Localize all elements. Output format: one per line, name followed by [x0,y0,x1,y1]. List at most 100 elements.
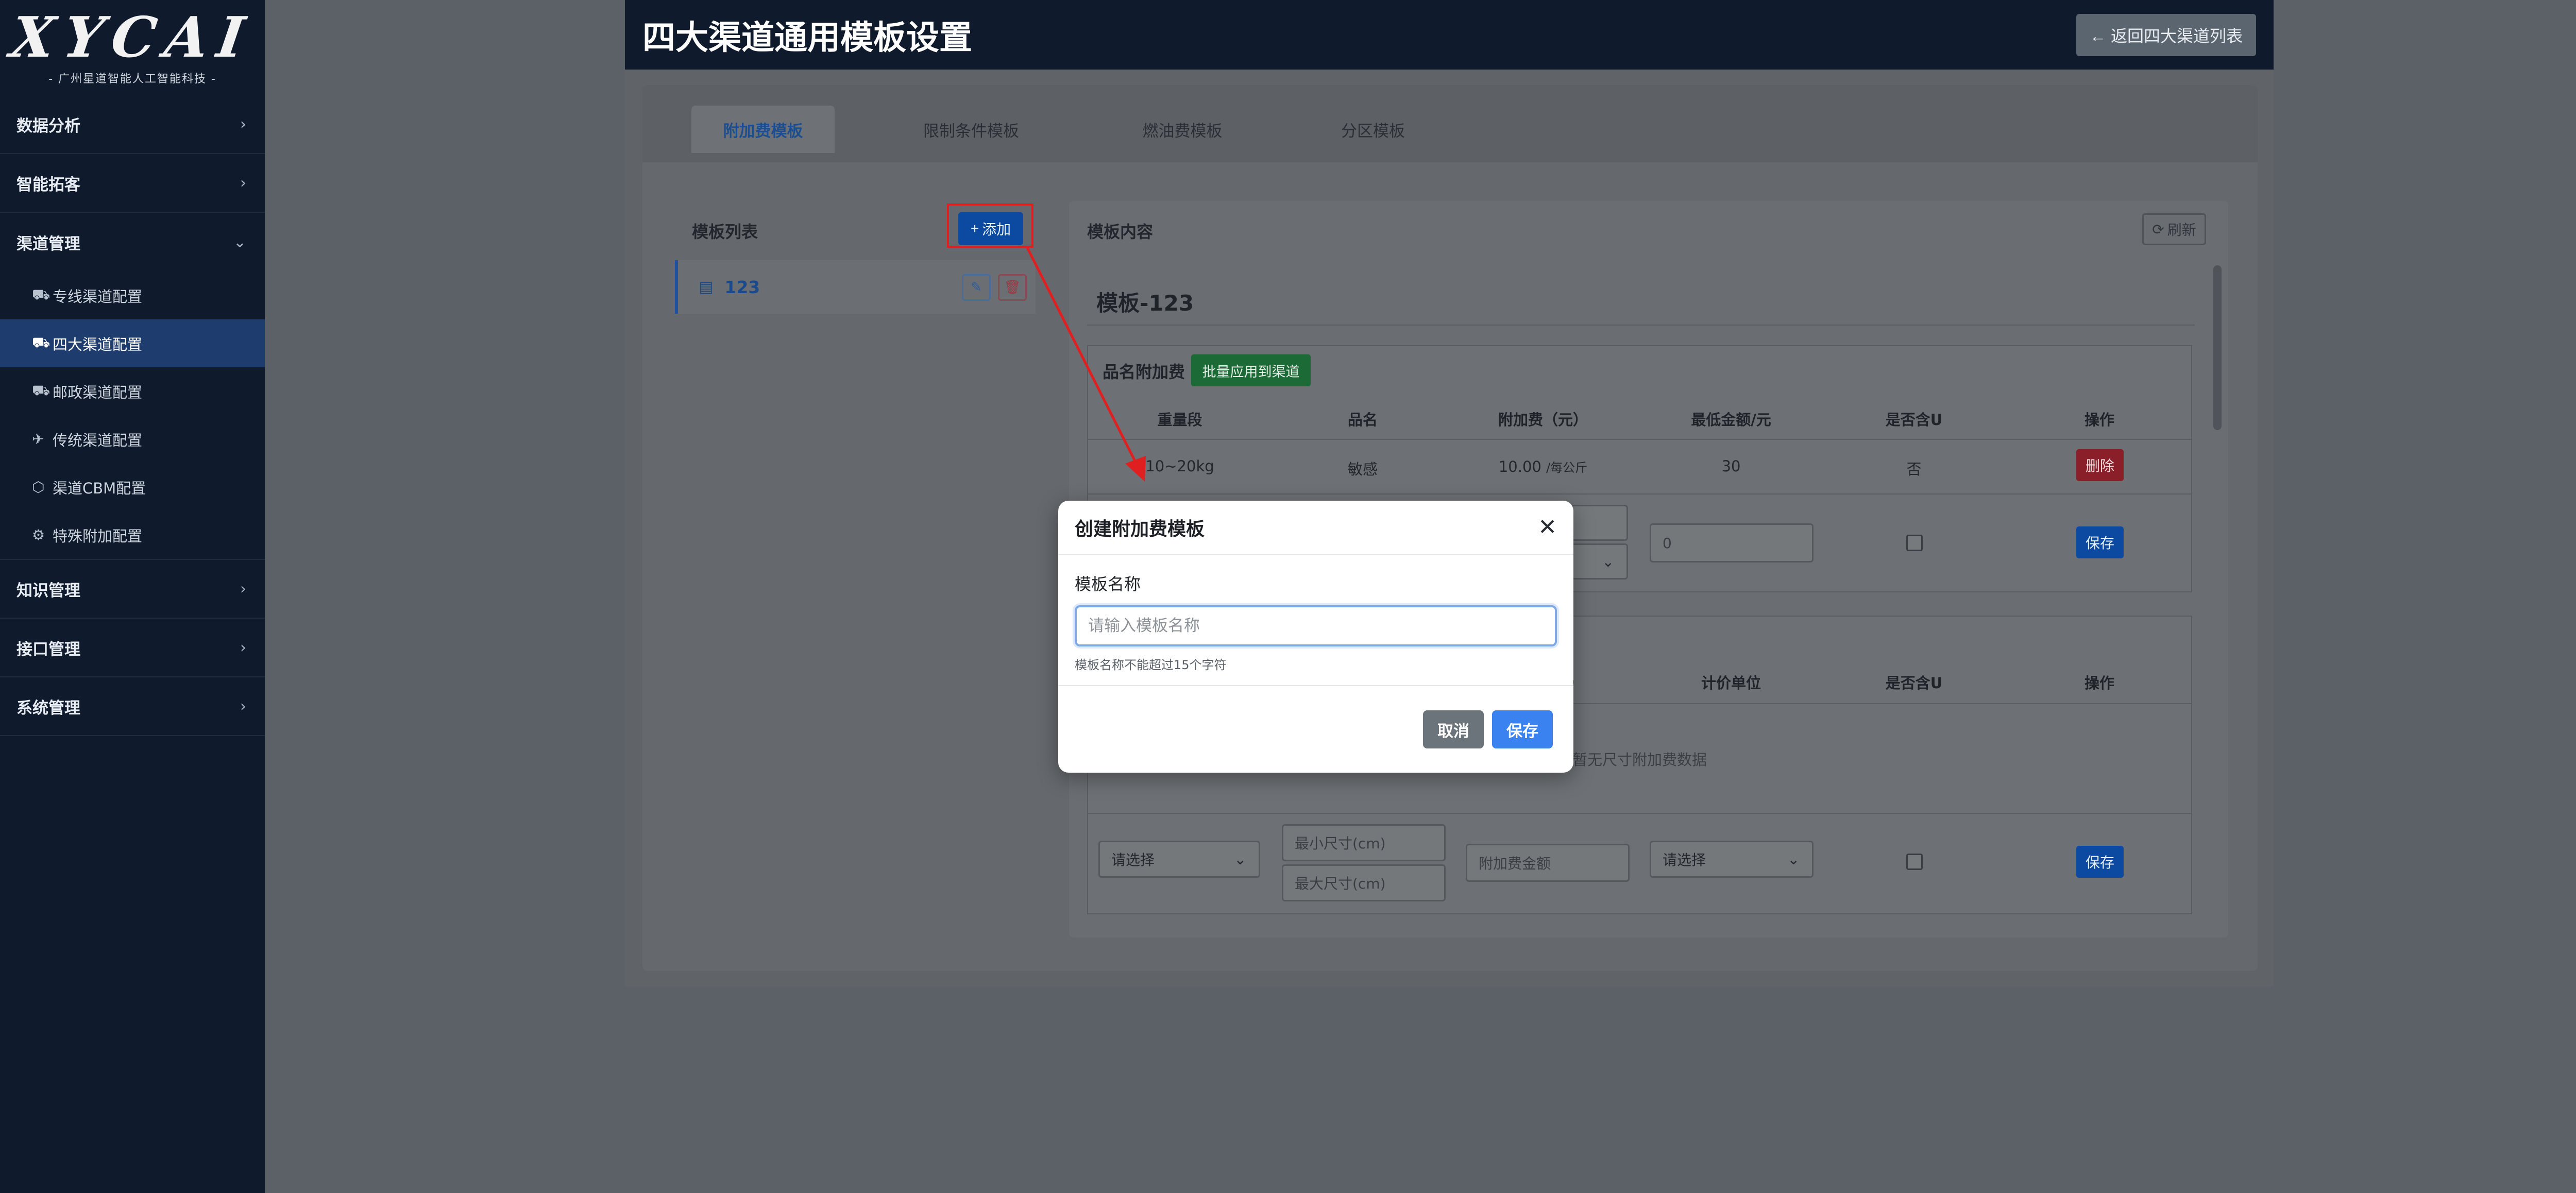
col-header-action: 操作 [2084,411,2114,429]
sidebar-item-traditional[interactable]: ✈ 传统渠道配置 [0,415,265,463]
include-u-checkbox[interactable] [1906,535,1923,551]
delete-row-button[interactable]: 删除 [2076,449,2124,481]
tab-fuel-template[interactable]: 燃油费模板 [1115,106,1249,153]
close-icon[interactable]: ✕ [1538,516,1557,539]
cell-weight: 10~20kg [1145,457,1214,475]
max-size-placeholder: 最大尺寸(cm) [1295,875,1386,892]
document-icon: ▤ [699,278,714,296]
modal-footer: 取消 保存 [1058,686,1573,773]
pricing-unit-select[interactable]: 请选择 ⌄ [1650,841,1814,878]
chevron-right-icon: › [240,697,246,715]
chevron-down-icon: ⌄ [233,233,246,251]
refresh-button[interactable]: ⟳ 刷新 [2142,213,2206,245]
save-button[interactable]: 保存 [1492,710,1553,748]
sidebar-item-label: 特殊附加配置 [53,527,143,545]
modal-title: 创建附加费模板 [1075,518,1205,540]
sidebar: XYCAI - 广州星道智能人工智能科技 - 数据分析 › 智能拓客 › 渠道管… [0,0,265,1193]
sidebar-item-cbm[interactable]: ⬡ 渠道CBM配置 [0,463,265,511]
sidebar-item-label: 邮政渠道配置 [53,383,143,401]
template-name-label: 模板名称 [1075,574,1141,594]
annotation-highlight-box [947,203,1033,248]
new-min-amount-input[interactable]: 0 [1650,523,1814,563]
fee-unit: /每公斤 [1546,461,1588,475]
sidebar-item-postal[interactable]: ⛟ 邮政渠道配置 [0,367,265,415]
sidebar-item-four-channels[interactable]: ⛟ 四大渠道配置 [0,319,265,367]
trash-icon[interactable]: 🗑 [998,274,1027,301]
size-fee-input[interactable]: 附加费金额 [1466,844,1630,882]
tab-surcharge-template[interactable]: 附加费模板 [691,106,835,153]
template-item-name: 123 [724,277,760,297]
create-template-modal: 创建附加费模板 ✕ 模板名称 模板名称不能超过15个字符 取消 保存 [1058,501,1573,773]
cell-include-u: 否 [1906,461,1922,478]
row-divider [1088,493,2191,495]
back-to-list-button[interactable]: ← 返回四大渠道列表 [2076,13,2256,56]
channel-submenu: ⛟ 专线渠道配置 ⛟ 四大渠道配置 ⛟ 邮政渠道配置 ✈ 传统渠道配置 ⬡ 渠道… [0,271,265,560]
col-header-include-u: 是否含U [1885,411,1943,429]
template-name-hint: 模板名称不能超过15个字符 [1075,658,1227,672]
min-size-input[interactable]: 最小尺寸(cm) [1282,824,1446,861]
sidebar-item-label: 专线渠道配置 [53,287,143,305]
col-header-min-amount: 最低金额/元 [1691,411,1771,429]
nav-section-label: 系统管理 [16,698,80,718]
nav-section-api[interactable]: 接口管理 › [0,619,265,677]
nav-section-label: 渠道管理 [16,234,80,253]
fee-placeholder: 附加费金额 [1479,855,1551,872]
save-size-row-button[interactable]: 保存 [2076,846,2124,878]
tab-label: 限制条件模板 [923,122,1019,141]
nav-section-label: 知识管理 [16,581,80,600]
logo-text: XYCAI [7,5,258,70]
sidebar-item-label: 四大渠道配置 [53,335,143,353]
nav-section-knowledge[interactable]: 知识管理 › [0,560,265,619]
cube-icon: ⬡ [32,479,45,496]
refresh-label: 刷新 [2167,221,2196,238]
sidebar-item-label: 传统渠道配置 [53,431,143,449]
modal-body: 模板名称 模板名称不能超过15个字符 [1058,555,1573,686]
max-size-input[interactable]: 最大尺寸(cm) [1282,864,1446,901]
chevron-down-icon: ⌄ [1602,553,1614,570]
size-type-select[interactable]: 请选择 ⌄ [1098,841,1260,878]
row-divider [1088,813,2191,814]
scrollbar-thumb[interactable] [2213,265,2222,430]
nav-section-channel-management[interactable]: 渠道管理 ⌄ [0,213,265,271]
nav-section-system[interactable]: 系统管理 › [0,677,265,736]
empty-state-text: 暂无尺寸附加费数据 [1572,751,1707,769]
gear-icon: ⚙ [32,526,45,543]
arrow-left-icon: ← [2090,26,2111,45]
save-item-row-button[interactable]: 保存 [2076,526,2124,558]
nav-section-data-analysis[interactable]: 数据分析 › [0,95,265,154]
truck-icon: ⛟ [32,382,50,399]
tab-restriction-template[interactable]: 限制条件模板 [899,106,1043,153]
item-surcharge-title: 品名附加费 [1103,362,1185,382]
tab-zone-template[interactable]: 分区模板 [1319,106,1427,153]
size-include-u-checkbox[interactable] [1906,854,1923,870]
select-placeholder: 请选择 [1111,851,1155,868]
fee-value: 10.00 [1498,458,1541,475]
col-header-pricing-unit: 计价单位 [1701,674,1761,692]
plane-icon: ✈ [32,431,44,448]
row-divider [1088,439,2191,440]
batch-apply-button[interactable]: 批量应用到渠道 [1191,354,1311,386]
min-size-placeholder: 最小尺寸(cm) [1295,835,1386,852]
nav-section-label: 数据分析 [16,116,80,135]
tabs-bar [642,85,2258,162]
nav-section-label: 智能拓客 [16,175,80,194]
template-list-title: 模板列表 [692,222,758,242]
chevron-right-icon: › [240,174,246,192]
sidebar-item-special-surcharge[interactable]: ⚙ 特殊附加配置 [0,511,265,559]
min-amount-value: 0 [1663,534,1672,552]
edit-icon[interactable]: ✎ [962,274,991,301]
nav-section-label: 接口管理 [16,640,80,659]
sidebar-item-dedicated-line[interactable]: ⛟ 专线渠道配置 [0,271,265,319]
template-name-input[interactable] [1075,605,1557,646]
truck-icon: ⛟ [32,286,50,303]
template-name-heading: 模板-123 [1096,291,1194,316]
chevron-down-icon: ⌄ [1787,850,1800,868]
col-header-include-u: 是否含U [1885,674,1943,692]
cancel-button[interactable]: 取消 [1423,710,1484,748]
col-header-action: 操作 [2084,674,2114,692]
brand-logo: XYCAI - 广州星道智能人工智能科技 - [0,0,265,95]
nav-section-smart-leads[interactable]: 智能拓客 › [0,154,265,213]
divider [1087,325,2195,326]
logo-subtitle: - 广州星道智能人工智能科技 - [48,72,216,86]
page-title: 四大渠道通用模板设置 [642,19,972,57]
